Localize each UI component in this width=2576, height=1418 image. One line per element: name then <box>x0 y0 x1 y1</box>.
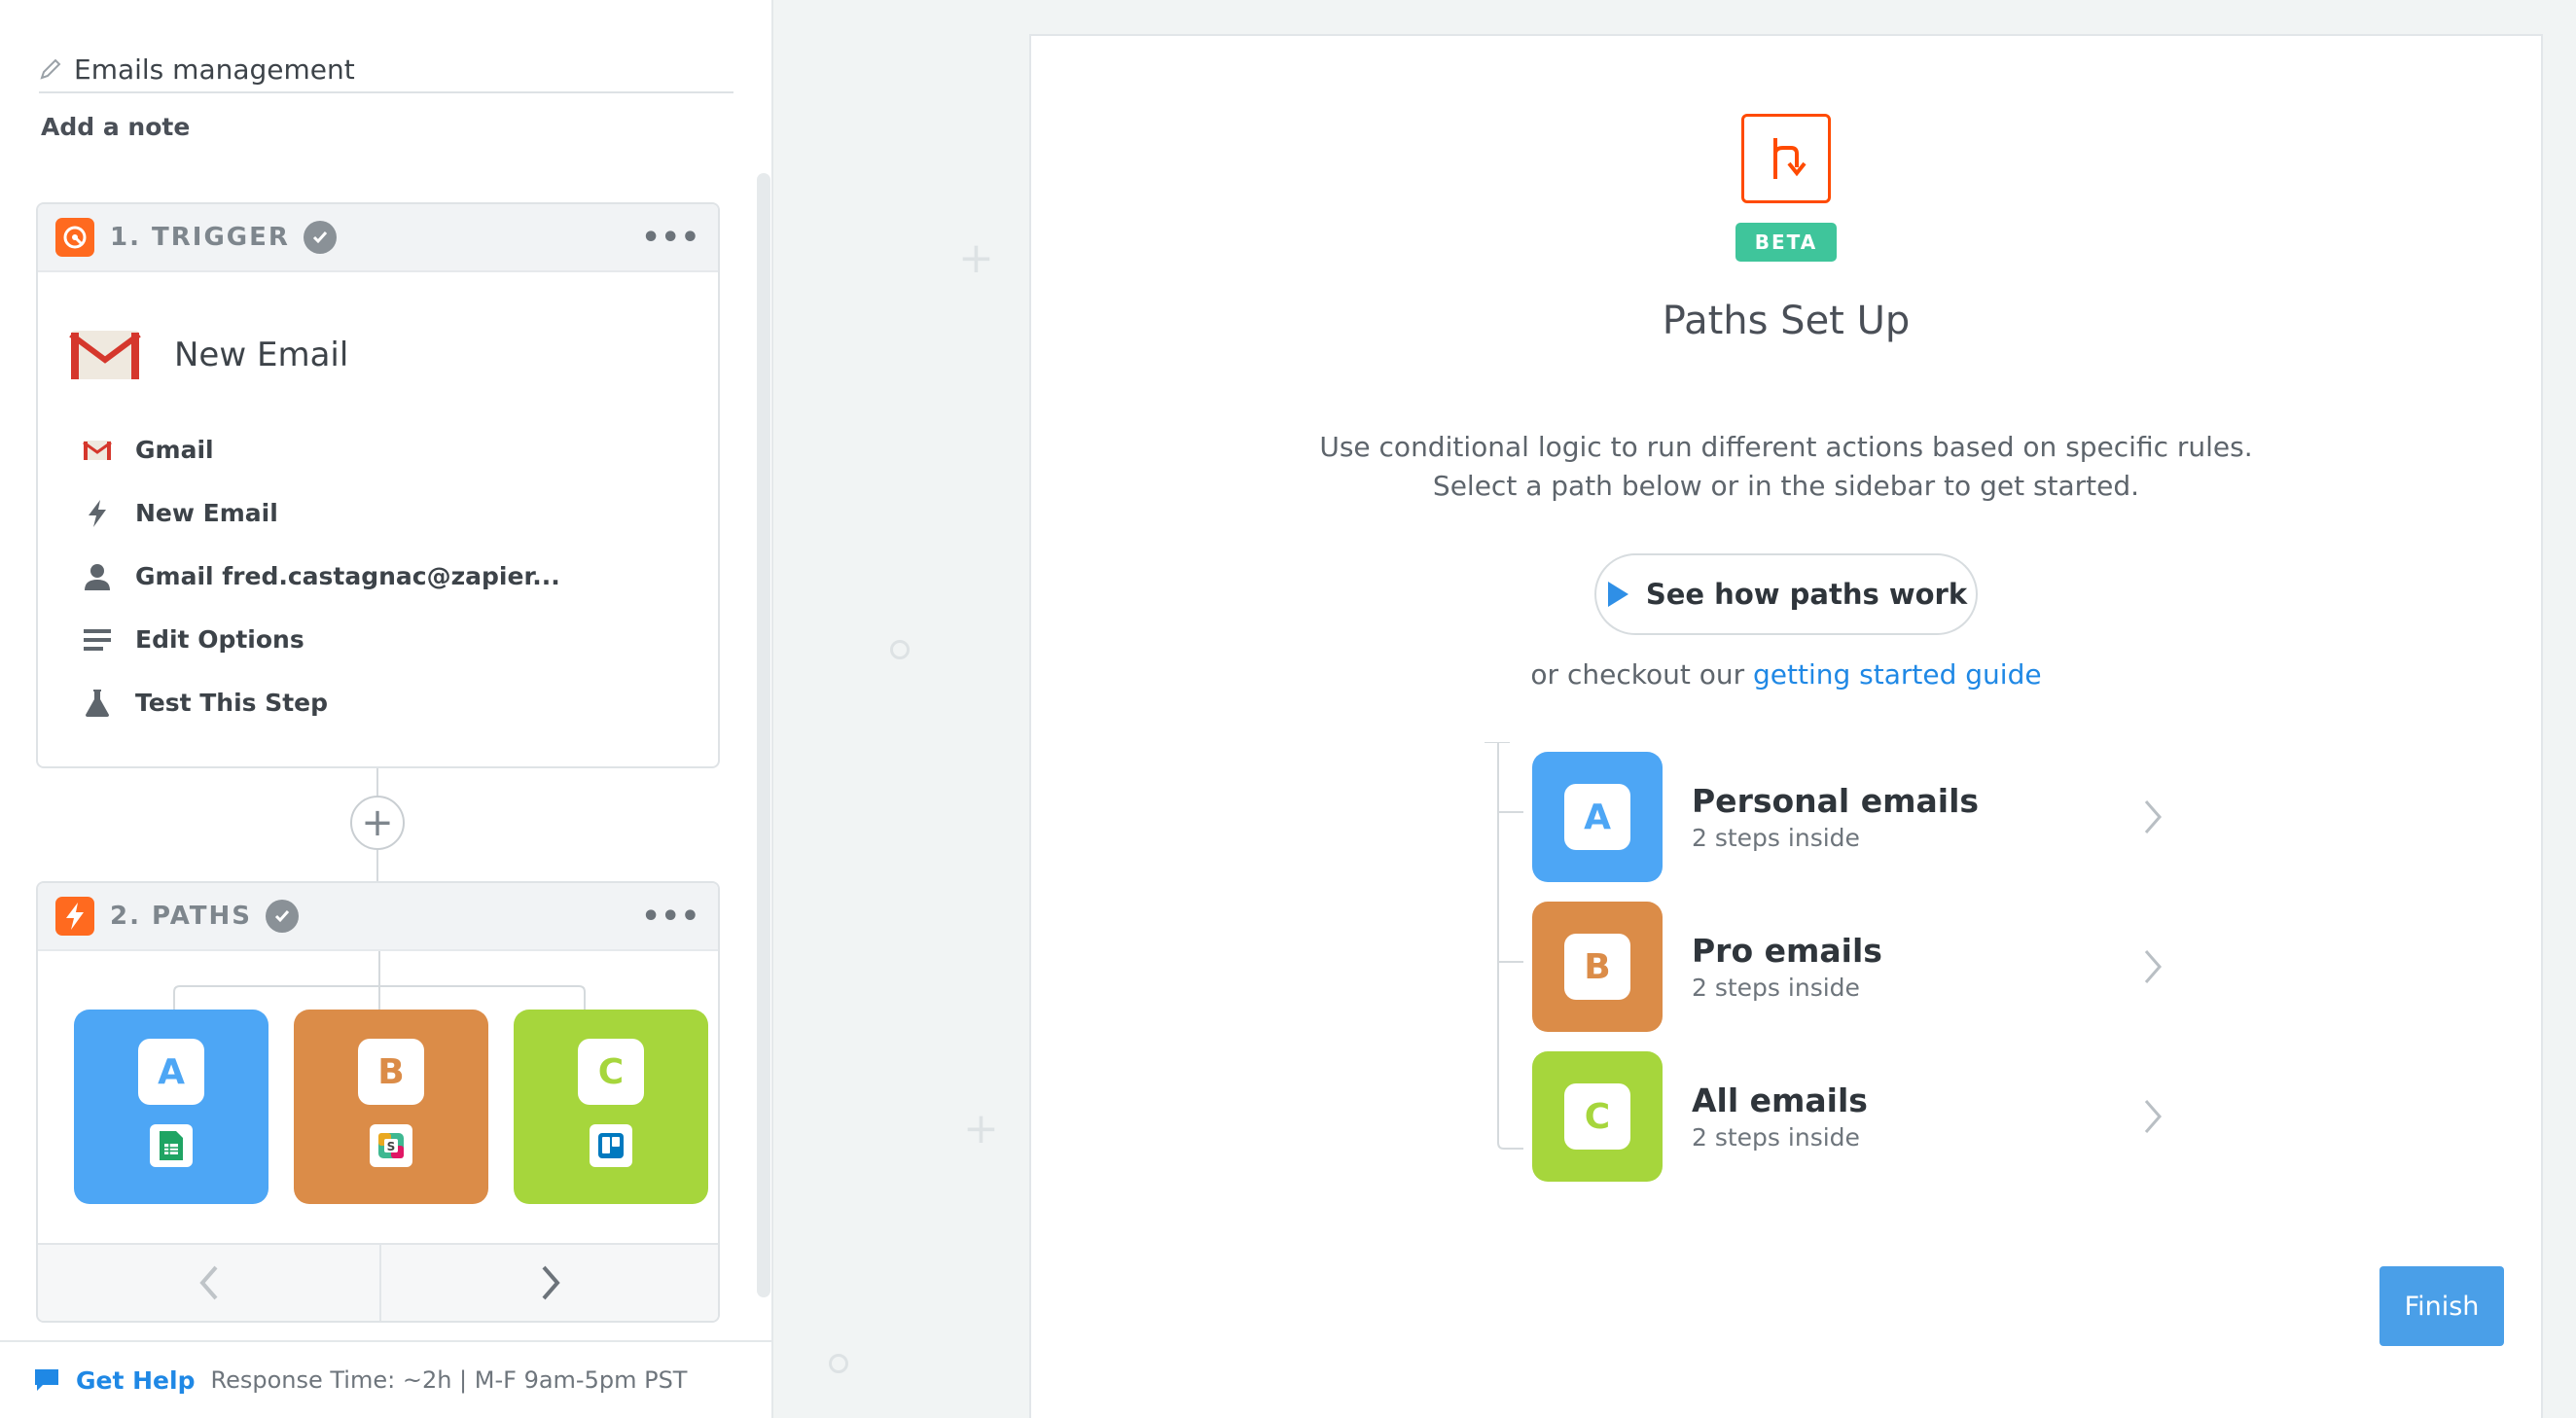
trigger-option-event[interactable]: New Email <box>81 481 718 545</box>
background-plus-decoration: + <box>958 233 994 283</box>
trigger-option-edit[interactable]: Edit Options <box>81 608 718 671</box>
trigger-option-account[interactable]: Gmail fred.castagnac@zapier... <box>81 545 718 608</box>
finish-button[interactable]: Finish <box>2379 1266 2504 1346</box>
gmail-logo-icon <box>69 331 141 379</box>
paths-step-card[interactable]: 2. PATHS ••• A B S C <box>36 881 720 1323</box>
path-list-tree-lines <box>1485 742 1523 1150</box>
chat-bubble-icon <box>35 1369 58 1391</box>
path-row-c[interactable]: C All emails 2 steps inside <box>1532 1051 2174 1182</box>
path-text: Personal emails 2 steps inside <box>1692 782 1979 852</box>
trigger-app-icon <box>55 218 94 257</box>
page-title: Paths Set Up <box>1662 299 1911 343</box>
zap-title: Emails management <box>74 53 355 86</box>
chevron-right-icon <box>2144 950 2162 983</box>
trigger-step-card[interactable]: 1. TRIGGER ••• New Email Gmail New Email… <box>36 202 720 768</box>
add-note-link[interactable]: Add a note <box>41 113 190 141</box>
editor-sidebar: Emails management Add a note 1. TRIGGER … <box>0 0 773 1418</box>
previous-path-button[interactable] <box>38 1245 379 1321</box>
user-icon <box>81 560 114 593</box>
getting-started-guide-link[interactable]: getting started guide <box>1753 658 2042 691</box>
trigger-option-label: Test This Step <box>135 689 329 717</box>
getting-started-line: or checkout our getting started guide <box>1031 658 2541 691</box>
svg-text:S: S <box>387 1140 396 1153</box>
see-how-paths-work-button[interactable]: See how paths work <box>1594 553 1978 635</box>
path-letter: B <box>358 1039 424 1105</box>
chevron-right-icon <box>542 1265 560 1300</box>
trigger-step-label: 1. TRIGGER <box>110 223 290 252</box>
trigger-option-label: New Email <box>135 499 278 527</box>
trigger-options-list: Gmail New Email Gmail fred.castagnac@zap… <box>38 399 718 734</box>
beta-badge: BETA <box>1735 223 1837 262</box>
trigger-option-app[interactable]: Gmail <box>81 418 718 481</box>
trigger-option-label: Gmail fred.castagnac@zapier... <box>135 562 560 590</box>
more-options-icon[interactable]: ••• <box>641 900 700 934</box>
path-step-count: 2 steps inside <box>1692 974 1860 1002</box>
pencil-icon <box>40 58 61 80</box>
path-text: Pro emails 2 steps inside <box>1692 932 1882 1002</box>
path-tiles: A B S C <box>74 1010 708 1204</box>
check-icon <box>266 900 300 933</box>
background-circle-decoration <box>829 1354 848 1373</box>
background-plus-decoration: + <box>963 1104 999 1153</box>
path-name: Personal emails <box>1692 782 1980 820</box>
gmail-icon <box>81 434 114 467</box>
path-letter: C <box>578 1039 644 1105</box>
trello-icon <box>590 1124 632 1167</box>
paths-tree-lines <box>173 951 586 1010</box>
paths-step-header[interactable]: 2. PATHS ••• <box>38 883 718 951</box>
path-step-count: 2 steps inside <box>1692 1123 1860 1152</box>
description-line-1: Use conditional logic to run different a… <box>1319 431 2253 463</box>
paths-setup-panel: BETA Paths Set Up Use conditional logic … <box>1029 34 2543 1418</box>
bolt-icon <box>81 497 114 530</box>
path-letter: A <box>138 1039 204 1105</box>
trigger-summary[interactable]: New Email <box>38 272 718 399</box>
add-step-button[interactable]: + <box>350 796 405 850</box>
path-tile-c[interactable]: C <box>514 1010 708 1204</box>
path-step-count: 2 steps inside <box>1692 824 1860 852</box>
zap-title-field[interactable]: Emails management <box>39 47 733 93</box>
trigger-option-label: Gmail <box>135 436 214 464</box>
help-bar: Get Help Response Time: ~2h | M-F 9am-5p… <box>0 1340 771 1418</box>
path-letter: B <box>1564 934 1630 1000</box>
slack-icon: S <box>370 1124 412 1167</box>
paths-pager <box>38 1243 719 1321</box>
paths-app-icon <box>55 897 94 936</box>
path-name: Pro emails <box>1692 932 1882 970</box>
chevron-right-icon <box>2144 800 2162 833</box>
more-options-icon[interactable]: ••• <box>641 221 700 255</box>
paths-step-label: 2. PATHS <box>110 902 253 931</box>
path-tile: A <box>1532 752 1663 882</box>
trigger-step-header[interactable]: 1. TRIGGER ••• <box>38 204 718 272</box>
description-line-2: Select a path below or in the sidebar to… <box>1432 470 2140 502</box>
trigger-option-label: Edit Options <box>135 625 304 654</box>
background-circle-decoration <box>890 640 910 659</box>
video-button-label: See how paths work <box>1645 578 1968 611</box>
paths-branch-icon <box>1741 114 1831 203</box>
list-icon <box>81 623 114 656</box>
check-icon <box>303 221 337 254</box>
path-row-a[interactable]: A Personal emails 2 steps inside <box>1532 752 2174 882</box>
help-response-time: Response Time: ~2h | M-F 9am-5pm PST <box>210 1366 688 1394</box>
plus-icon: + <box>361 800 394 845</box>
google-sheets-icon <box>150 1124 193 1167</box>
path-tile-a[interactable]: A <box>74 1010 268 1204</box>
path-tile-b[interactable]: B S <box>294 1010 488 1204</box>
get-help-link[interactable]: Get Help <box>76 1366 195 1395</box>
path-letter: C <box>1564 1083 1630 1150</box>
play-icon <box>1607 582 1628 607</box>
chevron-right-icon <box>2144 1100 2162 1133</box>
path-text: All emails 2 steps inside <box>1692 1081 1868 1152</box>
path-name: All emails <box>1692 1081 1868 1119</box>
checkout-prefix: or checkout our <box>1530 658 1753 691</box>
path-row-b[interactable]: B Pro emails 2 steps inside <box>1532 902 2174 1032</box>
path-tile: B <box>1532 902 1663 1032</box>
chevron-left-icon <box>199 1265 218 1300</box>
trigger-option-test[interactable]: Test This Step <box>81 671 718 734</box>
flask-icon <box>81 687 114 720</box>
trigger-title: New Email <box>174 336 349 374</box>
path-letter: A <box>1564 784 1630 850</box>
sidebar-scrollbar[interactable] <box>757 173 770 1297</box>
next-path-button[interactable] <box>378 1245 719 1321</box>
path-tile: C <box>1532 1051 1663 1182</box>
